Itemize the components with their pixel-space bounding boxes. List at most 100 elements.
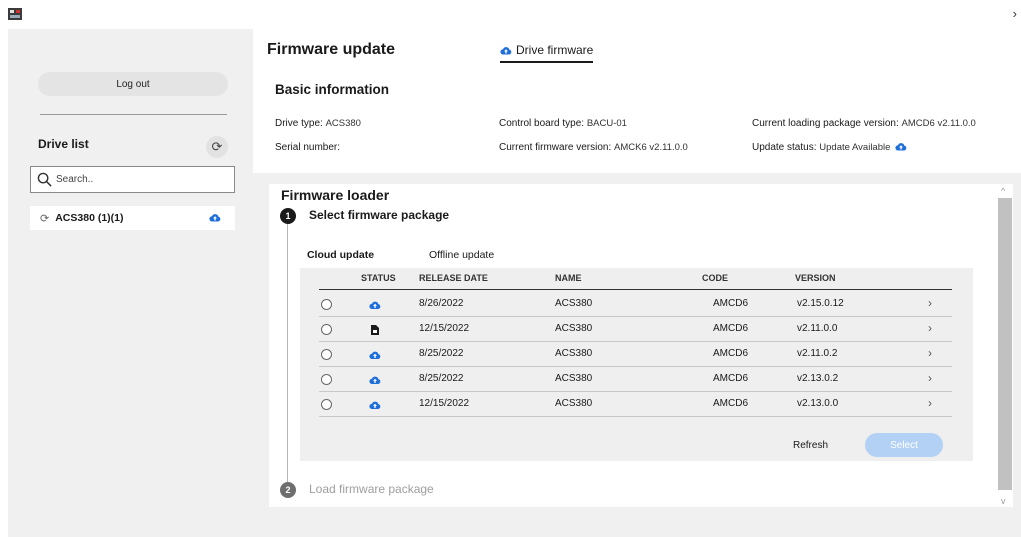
row-chevron-icon[interactable]: › xyxy=(928,296,932,310)
step-1-label: Select firmware package xyxy=(309,208,450,222)
cell-name: ACS380 xyxy=(555,298,593,309)
expand-chevron-icon[interactable]: › xyxy=(1013,6,1017,21)
row-chevron-icon[interactable]: › xyxy=(928,396,932,410)
column-header-code: CODE xyxy=(702,273,729,283)
vertical-scrollbar[interactable]: ^ v xyxy=(997,184,1013,507)
step-2-indicator: 2 xyxy=(280,482,296,498)
table-row[interactable]: 8/26/2022 ACS380 AMCD6 v2.15.0.12 › xyxy=(319,292,952,317)
cell-code: AMCD6 xyxy=(713,398,749,409)
basic-information-title: Basic information xyxy=(275,82,390,97)
cell-code: AMCD6 xyxy=(713,298,749,309)
cloud-download-icon xyxy=(369,301,381,309)
serial-number-label: Serial number: xyxy=(275,142,341,153)
row-chevron-icon[interactable]: › xyxy=(928,346,932,360)
firmware-loader-title: Firmware loader xyxy=(281,187,390,203)
cell-name: ACS380 xyxy=(555,398,593,409)
drive-item-label: ACS380 (1)(1) xyxy=(55,212,124,224)
cell-release-date: 8/25/2022 xyxy=(419,373,464,384)
tab-offline-update[interactable]: Offline update xyxy=(429,242,494,268)
drive-list-title: Drive list xyxy=(38,137,89,151)
header-divider xyxy=(319,289,952,290)
row-radio-button[interactable] xyxy=(321,349,332,360)
loading-package-label: Current loading package version: xyxy=(752,118,899,129)
control-board-row: Control board type: BACU-01 xyxy=(499,118,627,129)
cell-version: v2.15.0.12 xyxy=(797,298,844,309)
firmware-version-label: Current firmware version: xyxy=(499,142,612,153)
scroll-up-arrow-icon[interactable]: ^ xyxy=(1001,186,1005,196)
cell-version: v2.13.0.0 xyxy=(797,398,839,409)
column-header-version: VERSION xyxy=(795,273,836,283)
cell-version: v2.11.0.2 xyxy=(797,348,838,359)
drive-type-value: ACS380 xyxy=(325,118,361,129)
cell-code: AMCD6 xyxy=(713,323,749,334)
firmware-version-row: Current firmware version: AMCK6 v2.11.0.… xyxy=(499,142,688,153)
refresh-button[interactable]: Refresh xyxy=(793,440,828,451)
row-radio-button[interactable] xyxy=(321,324,332,335)
row-radio-button[interactable] xyxy=(321,299,332,310)
control-board-value: BACU-01 xyxy=(586,118,627,129)
cloud-download-icon xyxy=(369,401,381,409)
cell-name: ACS380 xyxy=(555,373,593,384)
firmware-table-panel: STATUS RELEASE DATE NAME CODE VERSION 8/… xyxy=(300,268,973,461)
cell-name: ACS380 xyxy=(555,348,593,359)
row-chevron-icon[interactable]: › xyxy=(928,371,932,385)
table-row[interactable]: 12/15/2022 ACS380 AMCD6 v2.11.0.0 › xyxy=(319,317,952,342)
search-input[interactable] xyxy=(56,174,226,185)
cell-release-date: 12/15/2022 xyxy=(419,323,470,334)
tab-drive-firmware-label: Drive firmware xyxy=(516,43,594,57)
cell-release-date: 8/25/2022 xyxy=(419,348,464,359)
scroll-down-arrow-icon[interactable]: v xyxy=(1001,496,1006,506)
cell-release-date: 8/26/2022 xyxy=(419,298,464,309)
loading-package-row: Current loading package version: AMCD6 v… xyxy=(752,118,976,129)
update-status-label: Update status: xyxy=(752,142,817,153)
logout-button[interactable]: Log out xyxy=(38,72,228,96)
update-status-value: Update Available xyxy=(819,142,891,153)
basic-information-panel: Basic information Drive type: ACS380 Ser… xyxy=(267,70,1020,173)
app-logo-icon xyxy=(8,8,22,20)
sidebar: Log out Drive list ⟳ ⟳ ACS380 (1)(1) xyxy=(8,29,253,537)
cell-release-date: 12/15/2022 xyxy=(419,398,470,409)
row-radio-button[interactable] xyxy=(321,399,332,410)
cell-code: AMCD6 xyxy=(713,373,749,384)
cloud-icon xyxy=(895,143,907,151)
step-1-indicator: 1 xyxy=(280,208,296,224)
firmware-loader-panel: Firmware loader 1 Select firmware packag… xyxy=(269,184,1013,507)
search-icon xyxy=(37,172,52,187)
drive-type-label: Drive type: xyxy=(275,118,323,129)
cloud-download-icon xyxy=(369,376,381,384)
firmware-version-value: AMCK6 v2.11.0.0 xyxy=(614,142,688,153)
page-title: Firmware update xyxy=(267,41,396,58)
cell-version: v2.11.0.0 xyxy=(797,323,838,334)
refresh-drive-list-button[interactable]: ⟳ xyxy=(206,136,228,158)
control-board-label: Control board type: xyxy=(499,118,585,129)
update-status-row: Update status: Update Available xyxy=(752,142,907,153)
column-header-status: STATUS xyxy=(361,273,396,283)
serial-number-row: Serial number: xyxy=(275,142,340,153)
table-row[interactable]: 12/15/2022 ACS380 AMCD6 v2.13.0.0 › xyxy=(319,392,952,417)
local-file-icon xyxy=(371,325,379,335)
row-radio-button[interactable] xyxy=(321,374,332,385)
drive-type-row: Drive type: ACS380 xyxy=(275,118,361,129)
cell-name: ACS380 xyxy=(555,323,593,334)
loading-package-value: AMCD6 v2.11.0.0 xyxy=(901,118,976,129)
tab-drive-firmware[interactable]: Drive firmware xyxy=(500,43,594,63)
cloud-icon xyxy=(500,46,512,54)
drive-list-item[interactable]: ⟳ ACS380 (1)(1) xyxy=(30,206,235,230)
column-header-release-date: RELEASE DATE xyxy=(419,273,488,283)
tab-cloud-update[interactable]: Cloud update xyxy=(302,242,379,268)
step-connector xyxy=(287,224,288,482)
scroll-thumb[interactable] xyxy=(998,198,1012,490)
table-row[interactable]: 8/25/2022 ACS380 AMCD6 v2.11.0.2 › xyxy=(319,342,952,367)
step-2-label: Load firmware package xyxy=(309,482,434,496)
refresh-icon: ⟳ xyxy=(211,139,223,154)
table-row[interactable]: 8/25/2022 ACS380 AMCD6 v2.13.0.2 › xyxy=(319,367,952,392)
cloud-download-icon xyxy=(369,351,381,359)
sidebar-divider xyxy=(40,114,227,115)
row-chevron-icon[interactable]: › xyxy=(928,321,932,335)
cell-version: v2.13.0.2 xyxy=(797,373,839,384)
drive-search-box[interactable] xyxy=(30,166,235,193)
select-button[interactable]: Select xyxy=(865,433,943,457)
sync-icon: ⟳ xyxy=(40,212,50,225)
cloud-icon xyxy=(209,214,221,222)
column-header-name: NAME xyxy=(555,273,582,283)
